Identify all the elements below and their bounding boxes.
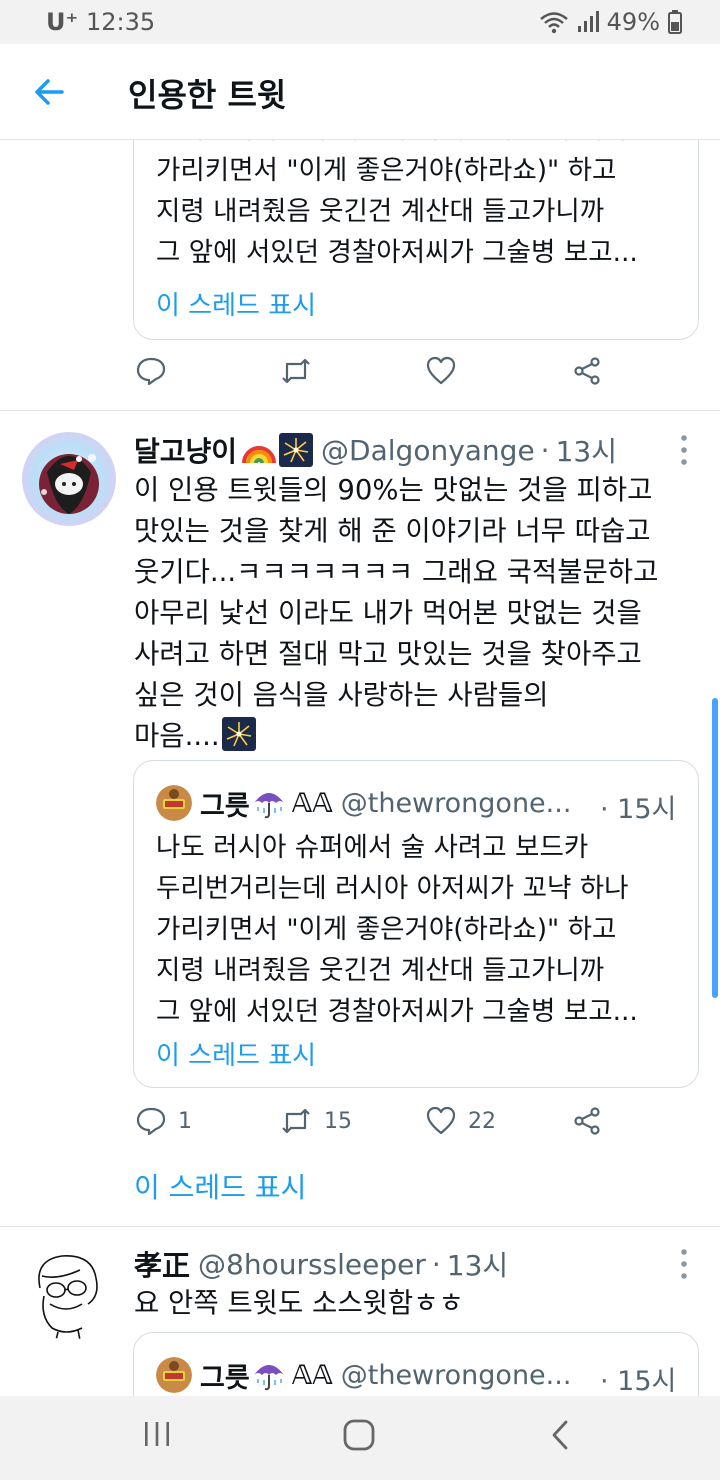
retweet-button[interactable]	[280, 356, 312, 386]
quoted-tweet-text: 나도 러시아 슈퍼에서 술 사려고 보드카 두리번거리는데 러시아 아저씨가 꼬…	[156, 832, 638, 1027]
tweet-feed[interactable]: 두리번거리는데 러시아 아저씨가 꼬냑 하나 가리키면서 "이게 좋은거야(하라…	[0, 140, 720, 1396]
user-handle: @thewrongone...	[340, 787, 572, 819]
app-header: 인용한 트윗	[0, 44, 720, 140]
retweet-icon	[282, 1108, 310, 1134]
reply-icon	[136, 1107, 166, 1136]
user-handle: @thewrongone...	[340, 1359, 572, 1391]
tweet-timestamp: · 15시	[600, 794, 677, 825]
tweet-header: 달고냥이 @Dalgonyange · 13시	[134, 430, 617, 470]
quoted-tweet-header: 그릇 𝔸𝔸 @thewrongone... · 15시	[156, 783, 676, 825]
signal-icon	[577, 11, 599, 32]
recent-apps-icon[interactable]	[142, 1418, 172, 1450]
scrollbar[interactable]	[712, 698, 718, 998]
more-options-icon[interactable]	[672, 1244, 696, 1284]
more-options-icon[interactable]	[672, 430, 696, 470]
back-arrow-icon[interactable]	[30, 72, 70, 112]
back-icon[interactable]	[548, 1418, 574, 1452]
reply-icon	[136, 357, 166, 386]
share-icon	[574, 1107, 600, 1135]
like-count: 22	[468, 1108, 496, 1134]
umbrella-icon	[253, 793, 284, 819]
tweet-divider	[0, 410, 720, 411]
tweet-text-content: 이 인용 트윗들의 90%는 맛없는 것을 피하고 맛있는 것을 찾게 해 준 …	[134, 474, 659, 752]
user-handle[interactable]: @Dalgonyange	[321, 434, 535, 467]
avatar[interactable]	[22, 432, 116, 526]
show-thread-link[interactable]: 이 스레드 표시	[156, 285, 316, 322]
home-icon[interactable]	[342, 1418, 376, 1452]
page-title: 인용한 트윗	[128, 76, 287, 114]
display-name: 그릇	[200, 1362, 250, 1394]
tweet-action-bar: 1 15 22	[136, 1106, 606, 1146]
status-bar: U⁺ 12:35 49%	[0, 0, 720, 44]
tweet-text: 이 인용 트윗들의 90%는 맛없는 것을 피하고 맛있는 것을 찾게 해 준 …	[134, 470, 704, 757]
wifi-icon	[539, 12, 568, 34]
rainbow-emoji-icon	[242, 446, 277, 464]
avatar	[156, 1357, 192, 1393]
avatar	[156, 785, 192, 821]
share-button[interactable]	[572, 1106, 602, 1136]
status-icons: 49%	[539, 8, 682, 36]
like-button[interactable]	[426, 356, 456, 386]
quoted-tweet-card[interactable]: 그릇 𝔸𝔸 @thewrongone... · 15시 나도 러시아 슈퍼에서 …	[133, 760, 699, 1088]
quoted-tweet-card[interactable]: 두리번거리는데 러시아 아저씨가 꼬냑 하나 가리키면서 "이게 좋은거야(하라…	[133, 140, 699, 340]
reply-button[interactable]: 1	[136, 1106, 192, 1136]
tweet-timestamp[interactable]: 13시	[556, 430, 617, 470]
system-nav-bar	[0, 1396, 720, 1480]
show-thread-link[interactable]: 이 스레드 표시	[156, 1035, 316, 1072]
retweet-icon	[282, 358, 310, 384]
separator-dot: ·	[540, 433, 550, 467]
show-thread-link[interactable]: 이 스레드 표시	[134, 1166, 306, 1206]
display-name: 그릇	[200, 790, 250, 822]
retweet-count: 15	[324, 1108, 352, 1134]
display-name-suffix: 𝔸𝔸	[291, 1359, 333, 1391]
clock: 12:35	[86, 8, 156, 36]
umbrella-icon	[253, 1365, 284, 1391]
tweet-divider	[0, 1226, 720, 1227]
retweet-button[interactable]: 15	[280, 1106, 352, 1136]
display-name[interactable]: 달고냥이	[134, 430, 237, 470]
share-icon	[574, 357, 600, 385]
avatar[interactable]	[22, 1246, 116, 1340]
tweet-header: 孝正 @8hourssleeper · 13시	[134, 1244, 508, 1284]
fireworks-emoji-icon	[279, 433, 314, 467]
like-button[interactable]: 22	[426, 1106, 496, 1136]
heart-icon	[426, 356, 456, 385]
user-handle[interactable]: @8hourssleeper	[198, 1248, 426, 1281]
tweet-text: 요 안쪽 트윗도 소스윗함ㅎㅎ	[134, 1287, 464, 1319]
fireworks-emoji-icon	[221, 717, 256, 751]
reply-count: 1	[178, 1108, 192, 1134]
tweet-action-bar	[136, 356, 606, 396]
quoted-tweet-card[interactable]: 그릇 𝔸𝔸 @thewrongone... · 15시	[133, 1332, 699, 1396]
carrier-label: U⁺	[46, 8, 79, 36]
display-name-suffix: 𝔸𝔸	[291, 787, 333, 819]
display-name[interactable]: 孝正	[134, 1244, 190, 1284]
tweet-timestamp: · 15시	[600, 1366, 677, 1396]
battery-icon	[668, 10, 682, 34]
separator-dot: ·	[431, 1247, 441, 1281]
quoted-tweet-header: 그릇 𝔸𝔸 @thewrongone... · 15시	[156, 1355, 676, 1396]
reply-button[interactable]	[136, 356, 166, 386]
heart-icon	[426, 1106, 456, 1135]
quoted-tweet-text: 두리번거리는데 러시아 아저씨가 꼬냑 하나 가리키면서 "이게 좋은거야(하라…	[156, 140, 638, 268]
tweet-timestamp[interactable]: 13시	[447, 1244, 508, 1284]
battery-percent: 49%	[606, 8, 660, 36]
share-button[interactable]	[572, 356, 602, 386]
